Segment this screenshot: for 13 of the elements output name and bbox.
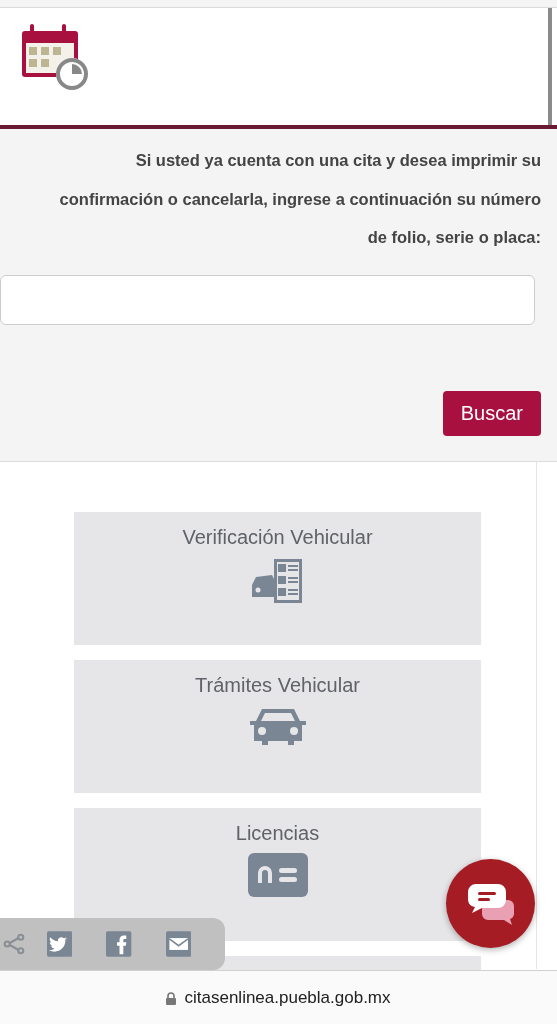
lock-icon <box>166 991 177 1005</box>
service-card[interactable]: Trámites Vehicular <box>74 660 481 793</box>
service-card[interactable]: Verificación Vehicular <box>74 512 481 645</box>
chat-bubbles-icon <box>465 881 516 926</box>
search-button[interactable]: Buscar <box>442 390 541 436</box>
facebook-icon[interactable] <box>106 929 132 959</box>
id-card-icon <box>247 853 308 897</box>
instructions-text: Si usted ya cuenta con una cita y desea imprimir su confirmación o cancelarla, ingrese a continuación su número de folio, serie o placa: <box>58 150 541 248</box>
mail-icon[interactable] <box>165 929 191 959</box>
url-text: citasenlinea.puebla.gob.mx <box>184 988 391 1008</box>
folio-input-field[interactable] <box>0 274 535 325</box>
chat-button[interactable] <box>446 859 535 948</box>
twitter-icon[interactable] <box>46 929 73 959</box>
